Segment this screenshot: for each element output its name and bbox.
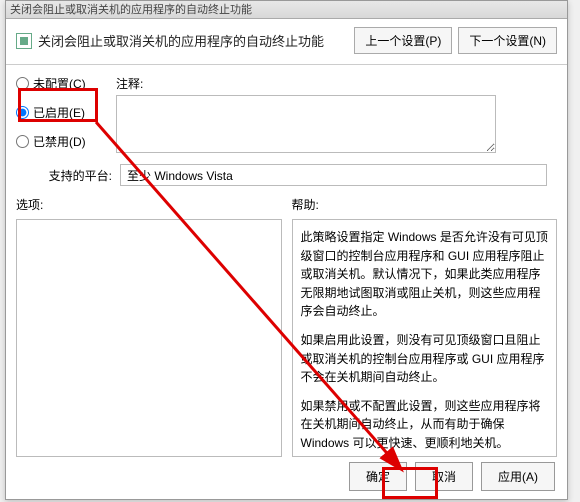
radio-not-configured[interactable]: 未配置(C) [16,75,106,92]
window-titlebar: 关闭会阻止或取消关机的应用程序的自动终止功能 [6,1,567,19]
prev-setting-button[interactable]: 上一个设置(P) [354,27,452,54]
header: 关闭会阻止或取消关机的应用程序的自动终止功能 上一个设置(P) 下一个设置(N) [6,19,567,65]
policy-title: 关闭会阻止或取消关机的应用程序的自动终止功能 [38,31,324,50]
radio-not-configured-label: 未配置(C) [33,75,86,92]
radio-disabled[interactable]: 已禁用(D) [16,133,106,150]
lower-section: 选项: 帮助: 此策略设置指定 Windows 是否允许没有可见顶级窗口的控制台… [6,186,567,457]
options-column: 选项: [16,196,282,457]
body: 未配置(C) 已启用(E) 已禁用(D) 注释: 支持的平台: 至少 Windo… [6,65,567,186]
radio-disabled-input[interactable] [16,135,29,148]
options-box [16,219,282,457]
radio-not-configured-input[interactable] [16,77,29,90]
notes-area: 注释: [116,75,557,156]
platform-row: 支持的平台: 至少 Windows Vista [16,164,557,186]
radio-enabled-input[interactable] [16,106,29,119]
next-setting-button[interactable]: 下一个设置(N) [458,27,557,54]
help-label: 帮助: [292,196,558,213]
notes-textarea[interactable] [116,95,496,153]
radio-enabled[interactable]: 已启用(E) [16,104,106,121]
policy-editor-window: 关闭会阻止或取消关机的应用程序的自动终止功能 关闭会阻止或取消关机的应用程序的自… [5,0,568,500]
platform-label: 支持的平台: [20,167,112,184]
radio-disabled-label: 已禁用(D) [33,133,86,150]
platform-value: 至少 Windows Vista [120,164,547,186]
options-label: 选项: [16,196,282,213]
help-paragraph-2: 如果启用此设置，则没有可见顶级窗口且阻止或取消关机的控制台应用程序或 GUI 应… [301,331,549,387]
notes-label: 注释: [116,75,557,92]
cancel-button[interactable]: 取消 [415,462,473,491]
footer: 确定 取消 应用(A) [349,462,555,491]
policy-icon [16,33,32,49]
radio-enabled-label: 已启用(E) [33,104,85,121]
help-paragraph-3: 如果禁用或不配置此设置，则这些应用程序将在关机期间自动终止，从而有助于确保 Wi… [301,397,549,453]
help-paragraph-1: 此策略设置指定 Windows 是否允许没有可见顶级窗口的控制台应用程序和 GU… [301,228,549,321]
help-column: 帮助: 此策略设置指定 Windows 是否允许没有可见顶级窗口的控制台应用程序… [292,196,558,457]
state-radio-group: 未配置(C) 已启用(E) 已禁用(D) [16,75,106,162]
ok-button[interactable]: 确定 [349,462,407,491]
help-box[interactable]: 此策略设置指定 Windows 是否允许没有可见顶级窗口的控制台应用程序和 GU… [292,219,558,457]
apply-button[interactable]: 应用(A) [481,462,555,491]
titlebar-text: 关闭会阻止或取消关机的应用程序的自动终止功能 [10,4,252,16]
